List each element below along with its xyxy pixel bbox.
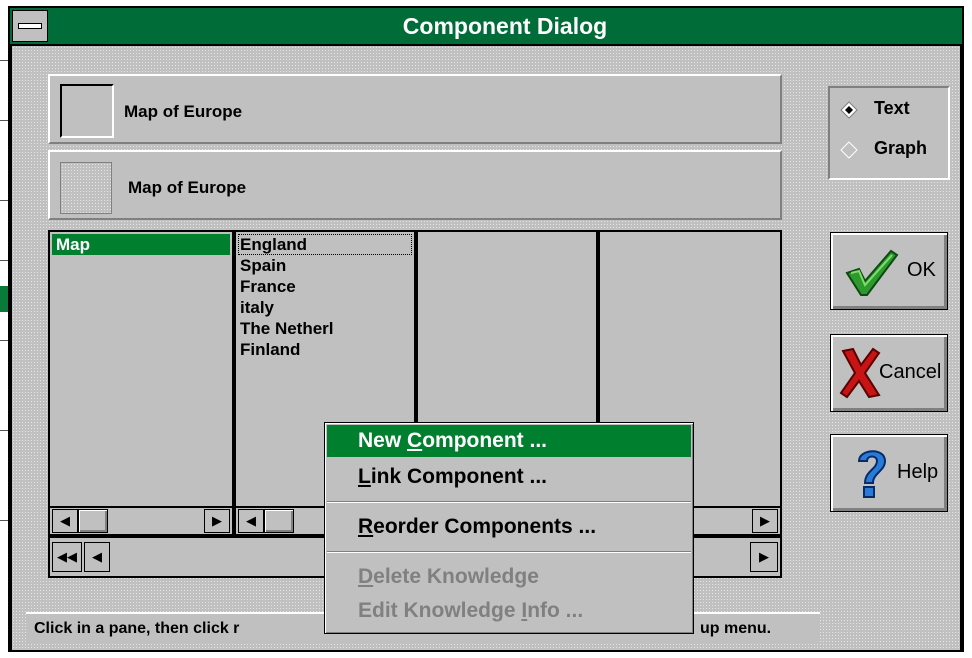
scroll-prev-button[interactable]: ◀ <box>84 542 110 572</box>
parent-name: Map of Europe <box>128 178 247 197</box>
arrow-left-icon: ◀ <box>246 513 256 528</box>
arrow-left-icon: ◀ <box>92 549 102 564</box>
component-icon-box <box>60 162 112 214</box>
ok-button[interactable]: OK <box>830 232 948 310</box>
menu-item-link-component[interactable]: Link Component ... <box>327 461 691 493</box>
menu-item-delete-knowledge[interactable]: Delete Knowledge <box>327 561 691 593</box>
text-radio-label: Text <box>874 98 910 118</box>
scroll-thumb[interactable] <box>264 509 294 533</box>
context-menu: New Component ... Link Component ... Reo… <box>324 422 694 634</box>
component-header-panel: Map of Europe <box>48 74 782 144</box>
list-item[interactable]: The Netherl <box>240 318 334 339</box>
cancel-button[interactable]: Cancel <box>830 334 948 412</box>
list-item[interactable]: Spain <box>240 255 286 276</box>
component-icon-box <box>60 84 114 138</box>
status-text-left: Click in a pane, then click r <box>34 620 240 637</box>
cancel-button-label: Cancel <box>879 361 942 383</box>
list-item[interactable]: Map <box>52 234 230 255</box>
scroll-left-button[interactable]: ◀ <box>238 509 264 533</box>
menu-item-new-component[interactable]: New Component ... <box>327 425 691 457</box>
view-options-group: Text Graph <box>828 86 950 180</box>
graph-radio[interactable]: Graph <box>838 136 946 162</box>
scroll-right-button[interactable]: ▶ <box>204 509 230 533</box>
menu-item-edit-knowledge-info[interactable]: Edit Knowledge Info ... <box>327 595 691 627</box>
menu-separator <box>327 551 691 553</box>
pane-1-hscrollbar[interactable]: ◀ ▶ <box>50 508 232 534</box>
parent-header-panel: Map of Europe <box>48 150 782 220</box>
radio-unselected-icon <box>840 141 858 159</box>
text-radio[interactable]: Text <box>838 96 946 122</box>
radio-selected-icon <box>840 101 858 119</box>
arrow-left-icon: ◀ <box>60 513 70 528</box>
list-item[interactable]: Finland <box>240 339 300 360</box>
list-item[interactable]: italy <box>240 297 274 318</box>
menu-item-reorder-components[interactable]: Reorder Components ... <box>327 511 691 543</box>
graph-radio-label: Graph <box>874 138 928 158</box>
scroll-first-button[interactable]: ◀◀ <box>52 542 82 572</box>
browser-pane-1[interactable]: Map <box>50 232 232 506</box>
arrow-right-icon: ▶ <box>760 513 770 528</box>
system-menu-icon <box>18 23 42 29</box>
status-text-right: up menu. <box>700 620 772 637</box>
scroll-left-button[interactable]: ◀ <box>52 509 78 533</box>
help-button[interactable]: Help <box>830 434 948 512</box>
system-menu-button[interactable] <box>12 10 48 42</box>
arrow-right-icon: ▶ <box>759 549 769 564</box>
component-name: Map of Europe <box>124 102 243 121</box>
help-button-label: Help <box>897 461 939 483</box>
ok-button-label: OK <box>907 259 936 281</box>
window-title: Component Dialog <box>402 13 608 39</box>
scroll-right-button[interactable]: ▶ <box>752 509 778 533</box>
arrow-right-icon: ▶ <box>212 513 222 528</box>
checkmark-icon <box>845 249 899 296</box>
scroll-thumb[interactable] <box>78 509 108 533</box>
question-mark-icon <box>857 450 887 498</box>
scroll-next-button[interactable]: ▶ <box>750 542 778 572</box>
double-arrow-left-icon: ◀◀ <box>57 549 77 564</box>
list-item[interactable]: England <box>238 234 412 255</box>
menu-separator <box>327 501 691 503</box>
list-item[interactable]: France <box>240 276 296 297</box>
x-cross-icon <box>839 347 881 399</box>
